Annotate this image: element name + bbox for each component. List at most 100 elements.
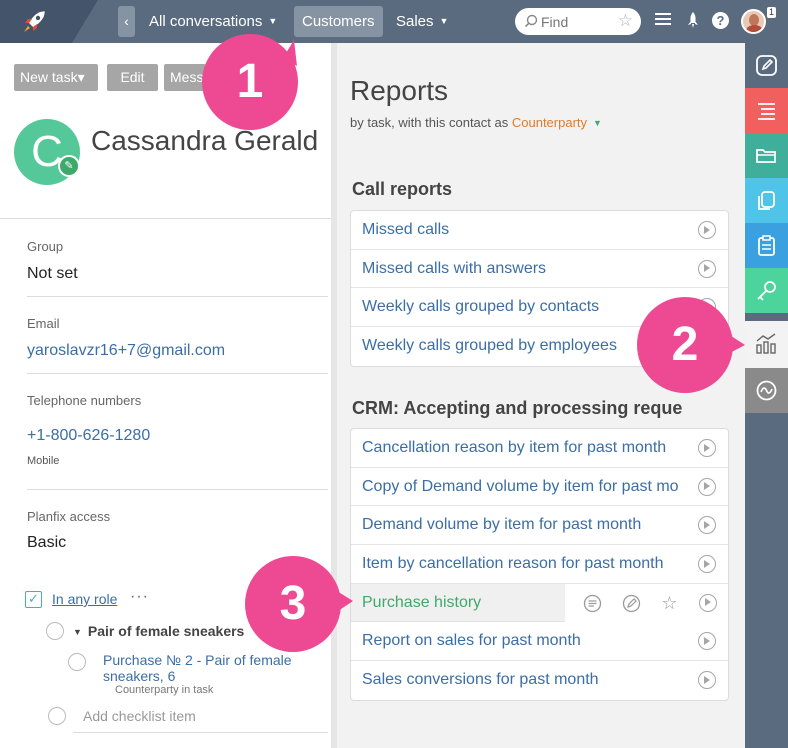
play-icon[interactable] <box>698 221 716 239</box>
report-label: Report on sales for past month <box>362 632 581 650</box>
logo-area[interactable] <box>0 0 72 43</box>
checklist-radio[interactable] <box>68 653 86 671</box>
strip-clipboard-button[interactable] <box>745 223 788 268</box>
divider <box>73 732 328 733</box>
add-checklist-item-input[interactable]: Add checklist item <box>83 708 196 724</box>
role-filter-link[interactable]: In any role <box>52 591 117 607</box>
crm-reports-list: Cancellation reason by item for past mon… <box>350 428 729 701</box>
strip-edit-button[interactable] <box>745 43 788 88</box>
analytics-icon <box>756 333 776 354</box>
report-row[interactable]: Missed calls with answers <box>351 250 728 289</box>
callout-marker: 3 <box>245 556 341 652</box>
checklist-radio[interactable] <box>48 707 66 725</box>
divider <box>27 296 328 297</box>
report-row[interactable]: Copy of Demand volume by item for past m… <box>351 468 728 507</box>
access-value[interactable]: Basic <box>27 534 66 552</box>
nav-all-conversations[interactable]: All conversations ▼ <box>141 6 285 37</box>
report-row[interactable]: Demand volume by item for past month <box>351 506 728 546</box>
report-row[interactable]: Cancellation reason by item for past mon… <box>351 429 728 468</box>
documents-icon <box>758 191 775 210</box>
reports-panel: Reports by task, with this contact as Co… <box>337 43 745 748</box>
menu-icon[interactable] <box>653 11 673 31</box>
divider <box>27 489 328 490</box>
strip-wave-button[interactable] <box>745 368 788 413</box>
edit-icon[interactable] <box>622 594 641 613</box>
help-icon[interactable]: ? <box>712 12 729 29</box>
play-icon[interactable] <box>698 477 716 496</box>
report-row[interactable]: Item by cancellation reason for past mon… <box>351 545 728 584</box>
report-label: Cancellation reason by item for past mon… <box>362 439 667 456</box>
report-row-tools: ☆ <box>565 583 728 622</box>
caret-down-icon[interactable]: ▼ <box>593 118 602 128</box>
logo-divider <box>72 0 98 43</box>
details-icon[interactable] <box>583 594 602 613</box>
edit-avatar-icon[interactable]: ✎ <box>58 155 80 177</box>
report-label: Missed calls <box>362 221 450 238</box>
play-icon[interactable] <box>699 593 717 612</box>
avatar[interactable] <box>741 9 766 34</box>
message-button[interactable]: Mess <box>164 64 206 91</box>
task-link[interactable]: Purchase № 2 - Pair of female sneakers, … <box>103 652 313 684</box>
report-row[interactable]: Report on sales for past month <box>351 622 728 662</box>
search-icon <box>524 14 538 28</box>
play-icon[interactable] <box>698 516 716 535</box>
play-icon[interactable] <box>698 671 716 690</box>
edit-icon <box>756 55 777 76</box>
launch-icon[interactable] <box>683 11 703 31</box>
checklist-radio[interactable] <box>46 622 64 640</box>
report-label: Sales conversions for past month <box>362 671 599 689</box>
key-icon <box>757 281 776 301</box>
strip-documents-button[interactable] <box>745 178 788 223</box>
strip-analytics-button[interactable] <box>745 321 788 368</box>
star-icon[interactable]: ☆ <box>660 593 679 613</box>
play-icon[interactable] <box>698 555 716 574</box>
report-row-hovered[interactable]: Purchase history ☆ <box>351 583 728 623</box>
new-task-button[interactable]: New task▾ <box>14 64 98 91</box>
edit-button[interactable]: Edit <box>107 64 158 91</box>
reports-title: Reports <box>350 75 449 106</box>
caret-down-icon: ▼ <box>439 16 449 26</box>
nav-sales[interactable]: Sales ▼ <box>388 6 456 37</box>
list-icon <box>758 103 775 120</box>
search-input[interactable] <box>541 12 611 31</box>
top-bar: ‹ All conversations▼ Customers Sales▼ ☆ … <box>0 0 788 43</box>
play-icon[interactable] <box>698 259 716 278</box>
strip-key-button[interactable] <box>745 268 788 313</box>
group-label: Group <box>27 239 64 254</box>
nav-customers[interactable]: Customers <box>294 6 383 37</box>
back-button[interactable]: ‹ <box>118 6 135 37</box>
right-sidebar <box>745 43 788 748</box>
divider <box>27 373 328 374</box>
phone-label: Telephone numbers <box>27 393 142 408</box>
email-link[interactable]: yaroslavzr16+7@gmail.com <box>27 342 225 360</box>
nav-label: Sales <box>396 13 434 30</box>
group-value[interactable]: Not set <box>27 265 78 283</box>
report-row[interactable]: Sales conversions for past month <box>351 661 728 700</box>
folder-icon <box>756 149 776 163</box>
callout-marker: 2 <box>637 297 733 393</box>
callout-marker: 1 <box>202 34 298 130</box>
role-dropdown[interactable]: Counterparty <box>512 115 587 130</box>
star-icon[interactable]: ☆ <box>618 11 633 31</box>
clipboard-icon <box>758 235 775 256</box>
report-row[interactable]: Missed calls <box>351 211 728 250</box>
notification-badge[interactable]: 1 <box>767 7 777 18</box>
section-title-calls: Call reports <box>352 179 453 199</box>
play-icon[interactable] <box>698 632 716 651</box>
phone-link[interactable]: +1-800-626-1280 <box>27 427 150 445</box>
checklist-group-title[interactable]: ▼ Pair of female sneakers <box>73 623 244 639</box>
check-icon[interactable]: ✓ <box>25 591 42 608</box>
contact-name: Cassandra Gerald <box>91 125 319 156</box>
access-label: Planfix access <box>27 509 111 524</box>
group-name: Pair of female sneakers <box>87 623 245 639</box>
search-box[interactable]: ☆ <box>515 8 641 35</box>
wave-icon <box>756 380 777 401</box>
rocket-icon <box>24 11 45 32</box>
caret-down-icon: ▼ <box>268 16 278 26</box>
strip-list-button[interactable] <box>745 88 788 133</box>
report-label: Weekly calls grouped by contacts <box>362 298 600 316</box>
more-options-icon[interactable]: ··· <box>130 588 149 606</box>
strip-folder-button[interactable] <box>745 133 788 178</box>
report-label: Copy of Demand volume by item for past m… <box>362 477 679 495</box>
play-icon[interactable] <box>698 439 716 457</box>
